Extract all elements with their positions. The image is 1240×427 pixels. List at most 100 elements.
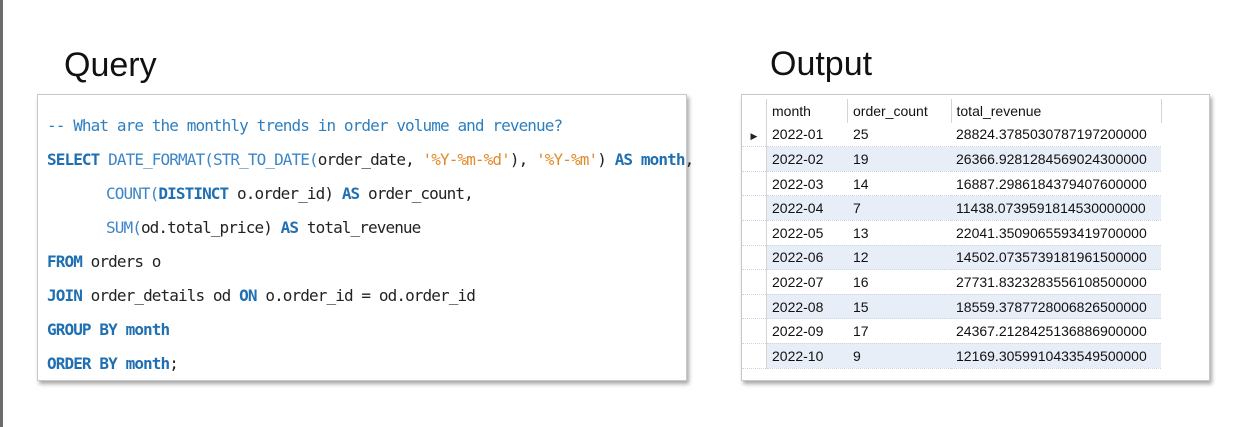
from-keyword: FROM xyxy=(47,252,83,271)
table-row[interactable]: 2022-03 14 16887.2986184379407600000 xyxy=(742,171,1161,197)
cell-order-count[interactable]: 9 xyxy=(847,343,951,369)
sql-code-panel[interactable]: -- What are the monthly trends in order … xyxy=(37,94,694,381)
order-date-arg: order_date, xyxy=(317,150,423,169)
trailing-comma: , xyxy=(684,150,695,169)
code-line-select: SELECT DATE_FORMAT(STR_TO_DATE(order_dat… xyxy=(47,150,695,169)
row-selector[interactable] xyxy=(742,318,767,344)
close-comma: ), xyxy=(509,150,537,169)
table-row[interactable]: 2022-09 17 24367.2128425136886900000 xyxy=(742,318,1161,344)
format-string-ym: '%Y-%m' xyxy=(536,150,598,169)
row-selector[interactable] xyxy=(742,146,767,172)
date-format-function: DATE_FORMAT( xyxy=(108,150,214,169)
cell-month[interactable]: 2022-01 xyxy=(766,122,848,148)
cell-order-count[interactable]: 7 xyxy=(847,195,951,221)
query-heading: Query xyxy=(64,46,157,84)
cell-total-revenue[interactable]: 26366.9281284569024300000 xyxy=(951,146,1161,172)
join-condition: o.order_id = od.order_id xyxy=(256,286,476,305)
row-selector[interactable] xyxy=(742,343,767,369)
cell-total-revenue[interactable]: 22041.3509065593419700000 xyxy=(951,220,1161,246)
cell-order-count[interactable]: 25 xyxy=(847,122,951,148)
cell-month[interactable]: 2022-07 xyxy=(766,269,848,295)
cell-total-revenue[interactable]: 16887.2986184379407600000 xyxy=(951,171,1161,197)
as-keyword: AS xyxy=(614,150,633,169)
group-by-clause: GROUP BY month xyxy=(47,320,170,339)
cell-order-count[interactable]: 19 xyxy=(847,146,951,172)
cell-order-count[interactable]: 15 xyxy=(847,294,951,320)
row-selector[interactable] xyxy=(742,220,767,246)
code-line-group-by: GROUP BY month xyxy=(47,320,170,339)
cell-month[interactable]: 2022-06 xyxy=(766,245,848,271)
format-string-ymd: '%Y-%m-%d' xyxy=(422,150,511,169)
code-line-from: FROM orders o xyxy=(47,252,161,271)
cell-order-count[interactable]: 13 xyxy=(847,220,951,246)
result-grid-panel[interactable]: month order_count total_revenue ▶ 2022-0… xyxy=(741,94,1210,381)
count-function: COUNT( xyxy=(106,184,159,203)
semicolon: ; xyxy=(169,354,179,373)
table-row[interactable]: 2022-02 19 26366.9281284569024300000 xyxy=(742,146,1161,172)
cell-month[interactable]: 2022-03 xyxy=(766,171,848,197)
cell-month[interactable]: 2022-05 xyxy=(766,220,848,246)
cell-month[interactable]: 2022-10 xyxy=(766,343,848,369)
select-keyword: SELECT xyxy=(47,150,100,169)
cell-total-revenue[interactable]: 28824.3785030787197200000 xyxy=(951,122,1161,148)
table-row[interactable]: ▶ 2022-01 25 28824.3785030787197200000 xyxy=(742,122,1161,148)
row-selector[interactable] xyxy=(742,171,767,197)
month-alias: month xyxy=(632,150,686,169)
total-revenue-alias: total_revenue xyxy=(298,218,421,237)
table-row[interactable]: 2022-06 12 14502.0735739181961500000 xyxy=(742,245,1161,271)
column-header-month[interactable]: month xyxy=(766,99,848,123)
close-paren: ) xyxy=(597,150,615,169)
row-selector[interactable] xyxy=(742,294,767,320)
code-line-join: JOIN order_details od ON o.order_id = od… xyxy=(47,286,476,305)
cell-total-revenue[interactable]: 14502.0735739181961500000 xyxy=(951,245,1161,271)
sum-function: SUM( xyxy=(106,218,142,237)
cell-month[interactable]: 2022-04 xyxy=(766,195,848,221)
code-line-comment: -- What are the monthly trends in order … xyxy=(47,116,563,135)
grid-header-row: month order_count total_revenue xyxy=(742,99,1162,123)
table-row[interactable]: 2022-10 9 12169.3059910433549500000 xyxy=(742,343,1161,369)
code-line-order-by: ORDER BY month; xyxy=(47,354,179,373)
cell-total-revenue[interactable]: 18559.3787728006826500000 xyxy=(951,294,1161,320)
output-heading: Output xyxy=(770,45,873,83)
str-to-date-function: STR_TO_DATE( xyxy=(212,150,319,169)
sum-arg: od.total_price) xyxy=(140,218,281,237)
sql-comment: -- What are the monthly trends in order … xyxy=(47,116,563,135)
order-by-clause: ORDER BY month xyxy=(47,354,170,373)
result-grid[interactable]: month order_count total_revenue ▶ 2022-0… xyxy=(742,99,1162,369)
row-selector[interactable] xyxy=(742,195,767,221)
table-row[interactable]: 2022-04 7 11438.0739591814530000000 xyxy=(742,195,1161,221)
table-row[interactable]: 2022-05 13 22041.3509065593419700000 xyxy=(742,220,1161,246)
cell-order-count[interactable]: 16 xyxy=(847,269,951,295)
distinct-keyword: DISTINCT xyxy=(158,184,229,203)
column-header-order-count[interactable]: order_count xyxy=(847,99,952,123)
as-keyword-2: AS xyxy=(341,184,360,203)
cell-month[interactable]: 2022-09 xyxy=(766,318,848,344)
cell-total-revenue[interactable]: 24367.2128425136886900000 xyxy=(951,318,1161,344)
on-keyword: ON xyxy=(239,286,257,305)
row-selector[interactable] xyxy=(742,269,767,295)
cell-order-count[interactable]: 14 xyxy=(847,171,951,197)
cell-month[interactable]: 2022-02 xyxy=(766,146,848,172)
cell-order-count[interactable]: 12 xyxy=(847,245,951,271)
left-border xyxy=(0,0,3,427)
as-keyword-3: AS xyxy=(280,218,299,237)
cell-total-revenue[interactable]: 11438.0739591814530000000 xyxy=(951,195,1161,221)
row-selector[interactable]: ▶ xyxy=(742,122,767,148)
cell-month[interactable]: 2022-08 xyxy=(766,294,848,320)
cell-total-revenue[interactable]: 12169.3059910433549500000 xyxy=(951,343,1161,369)
join-keyword: JOIN xyxy=(47,286,83,305)
cell-total-revenue[interactable]: 27731.8323283556108500000 xyxy=(951,269,1161,295)
join-table: order_details od xyxy=(81,286,240,305)
column-header-total-revenue[interactable]: total_revenue xyxy=(951,99,1162,123)
table-row[interactable]: 2022-08 15 18559.3787728006826500000 xyxy=(742,294,1161,320)
row-selector-header[interactable] xyxy=(742,99,767,123)
count-arg: o.order_id) xyxy=(228,184,342,203)
order-count-alias: order_count, xyxy=(359,184,474,203)
table-row[interactable]: 2022-07 16 27731.8323283556108500000 xyxy=(742,269,1161,295)
row-selector[interactable] xyxy=(742,245,767,271)
code-line-count: COUNT(DISTINCT o.order_id) AS order_coun… xyxy=(106,184,474,203)
code-line-sum: SUM(od.total_price) AS total_revenue xyxy=(106,218,421,237)
cell-order-count[interactable]: 17 xyxy=(847,318,951,344)
from-clause: orders o xyxy=(81,252,162,271)
current-row-arrow-icon: ▶ xyxy=(750,131,758,142)
